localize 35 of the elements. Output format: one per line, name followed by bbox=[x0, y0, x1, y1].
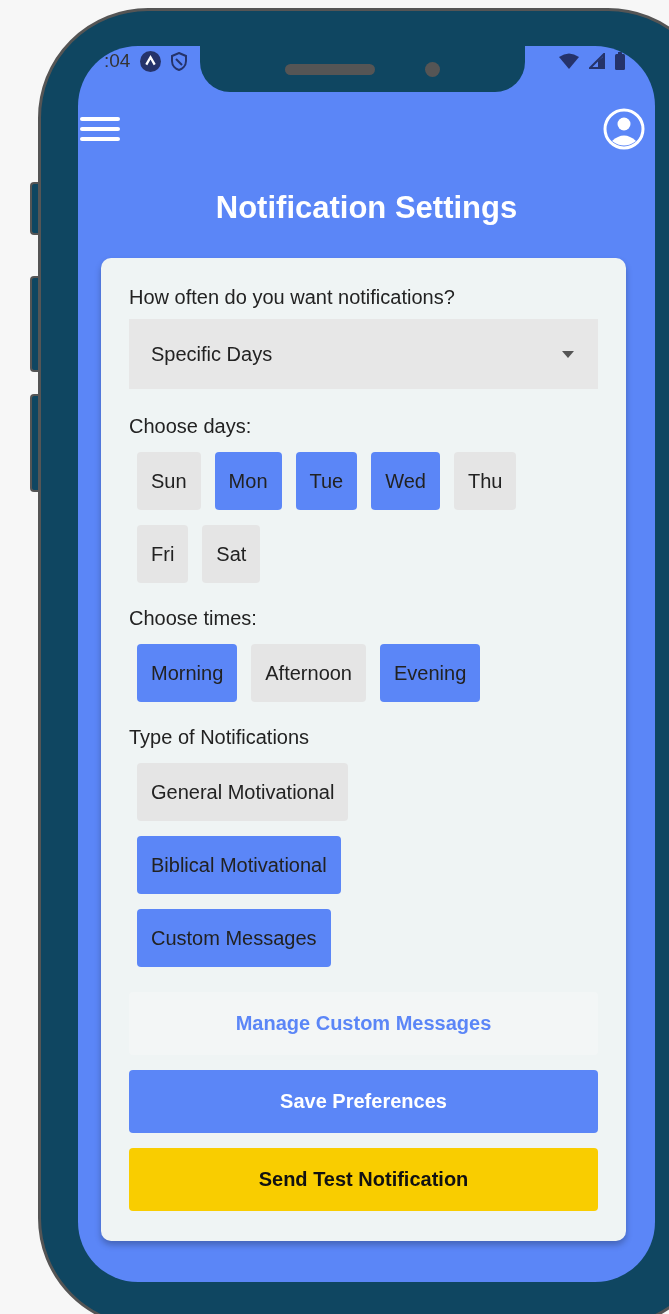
menu-icon[interactable] bbox=[80, 116, 120, 142]
field-label: How often do you want notifications? bbox=[129, 286, 456, 309]
wifi-icon bbox=[559, 53, 579, 69]
side-button[interactable] bbox=[30, 182, 38, 235]
battery-icon bbox=[615, 52, 625, 70]
option-chip[interactable]: Custom Messages bbox=[137, 909, 331, 967]
caret-icon bbox=[562, 350, 574, 358]
profile-icon[interactable] bbox=[603, 108, 645, 150]
option-chip[interactable]: Tue bbox=[295, 452, 358, 510]
option-chip[interactable]: Wed bbox=[371, 452, 440, 510]
side-button[interactable] bbox=[30, 276, 38, 372]
option-chip[interactable]: General Motivational bbox=[137, 763, 349, 821]
page-title: Notification Settings bbox=[214, 190, 519, 226]
manage-link[interactable]: Manage Custom Messages bbox=[129, 992, 598, 1055]
section-label: Type of Notifications bbox=[129, 726, 311, 749]
option-chip[interactable]: Mon bbox=[214, 452, 282, 510]
side-button[interactable] bbox=[30, 394, 38, 492]
action-button[interactable]: Save Preferences bbox=[129, 1070, 598, 1133]
option-chip[interactable]: Biblical Motivational bbox=[137, 836, 341, 894]
option-chip[interactable]: Fri bbox=[137, 525, 189, 583]
option-chip[interactable]: Afternoon bbox=[251, 644, 366, 702]
option-chip[interactable]: Sun bbox=[137, 452, 201, 510]
option-chip[interactable]: Morning bbox=[137, 644, 238, 702]
frequency-dropdown[interactable]: Specific Days bbox=[129, 319, 598, 389]
option-chip[interactable]: Thu bbox=[454, 452, 517, 510]
shield-icon bbox=[171, 51, 188, 71]
option-chip[interactable]: Evening bbox=[380, 644, 481, 702]
app-logo-icon bbox=[140, 50, 162, 72]
action-button[interactable]: Send Test Notification bbox=[129, 1148, 598, 1211]
option-chip[interactable]: Sat bbox=[202, 525, 261, 583]
camera-dot bbox=[425, 61, 440, 77]
status-time: :04 bbox=[104, 50, 131, 72]
signal-icon bbox=[589, 53, 605, 69]
section-label: Choose times: bbox=[129, 607, 258, 630]
section-label: Choose days: bbox=[129, 415, 253, 438]
